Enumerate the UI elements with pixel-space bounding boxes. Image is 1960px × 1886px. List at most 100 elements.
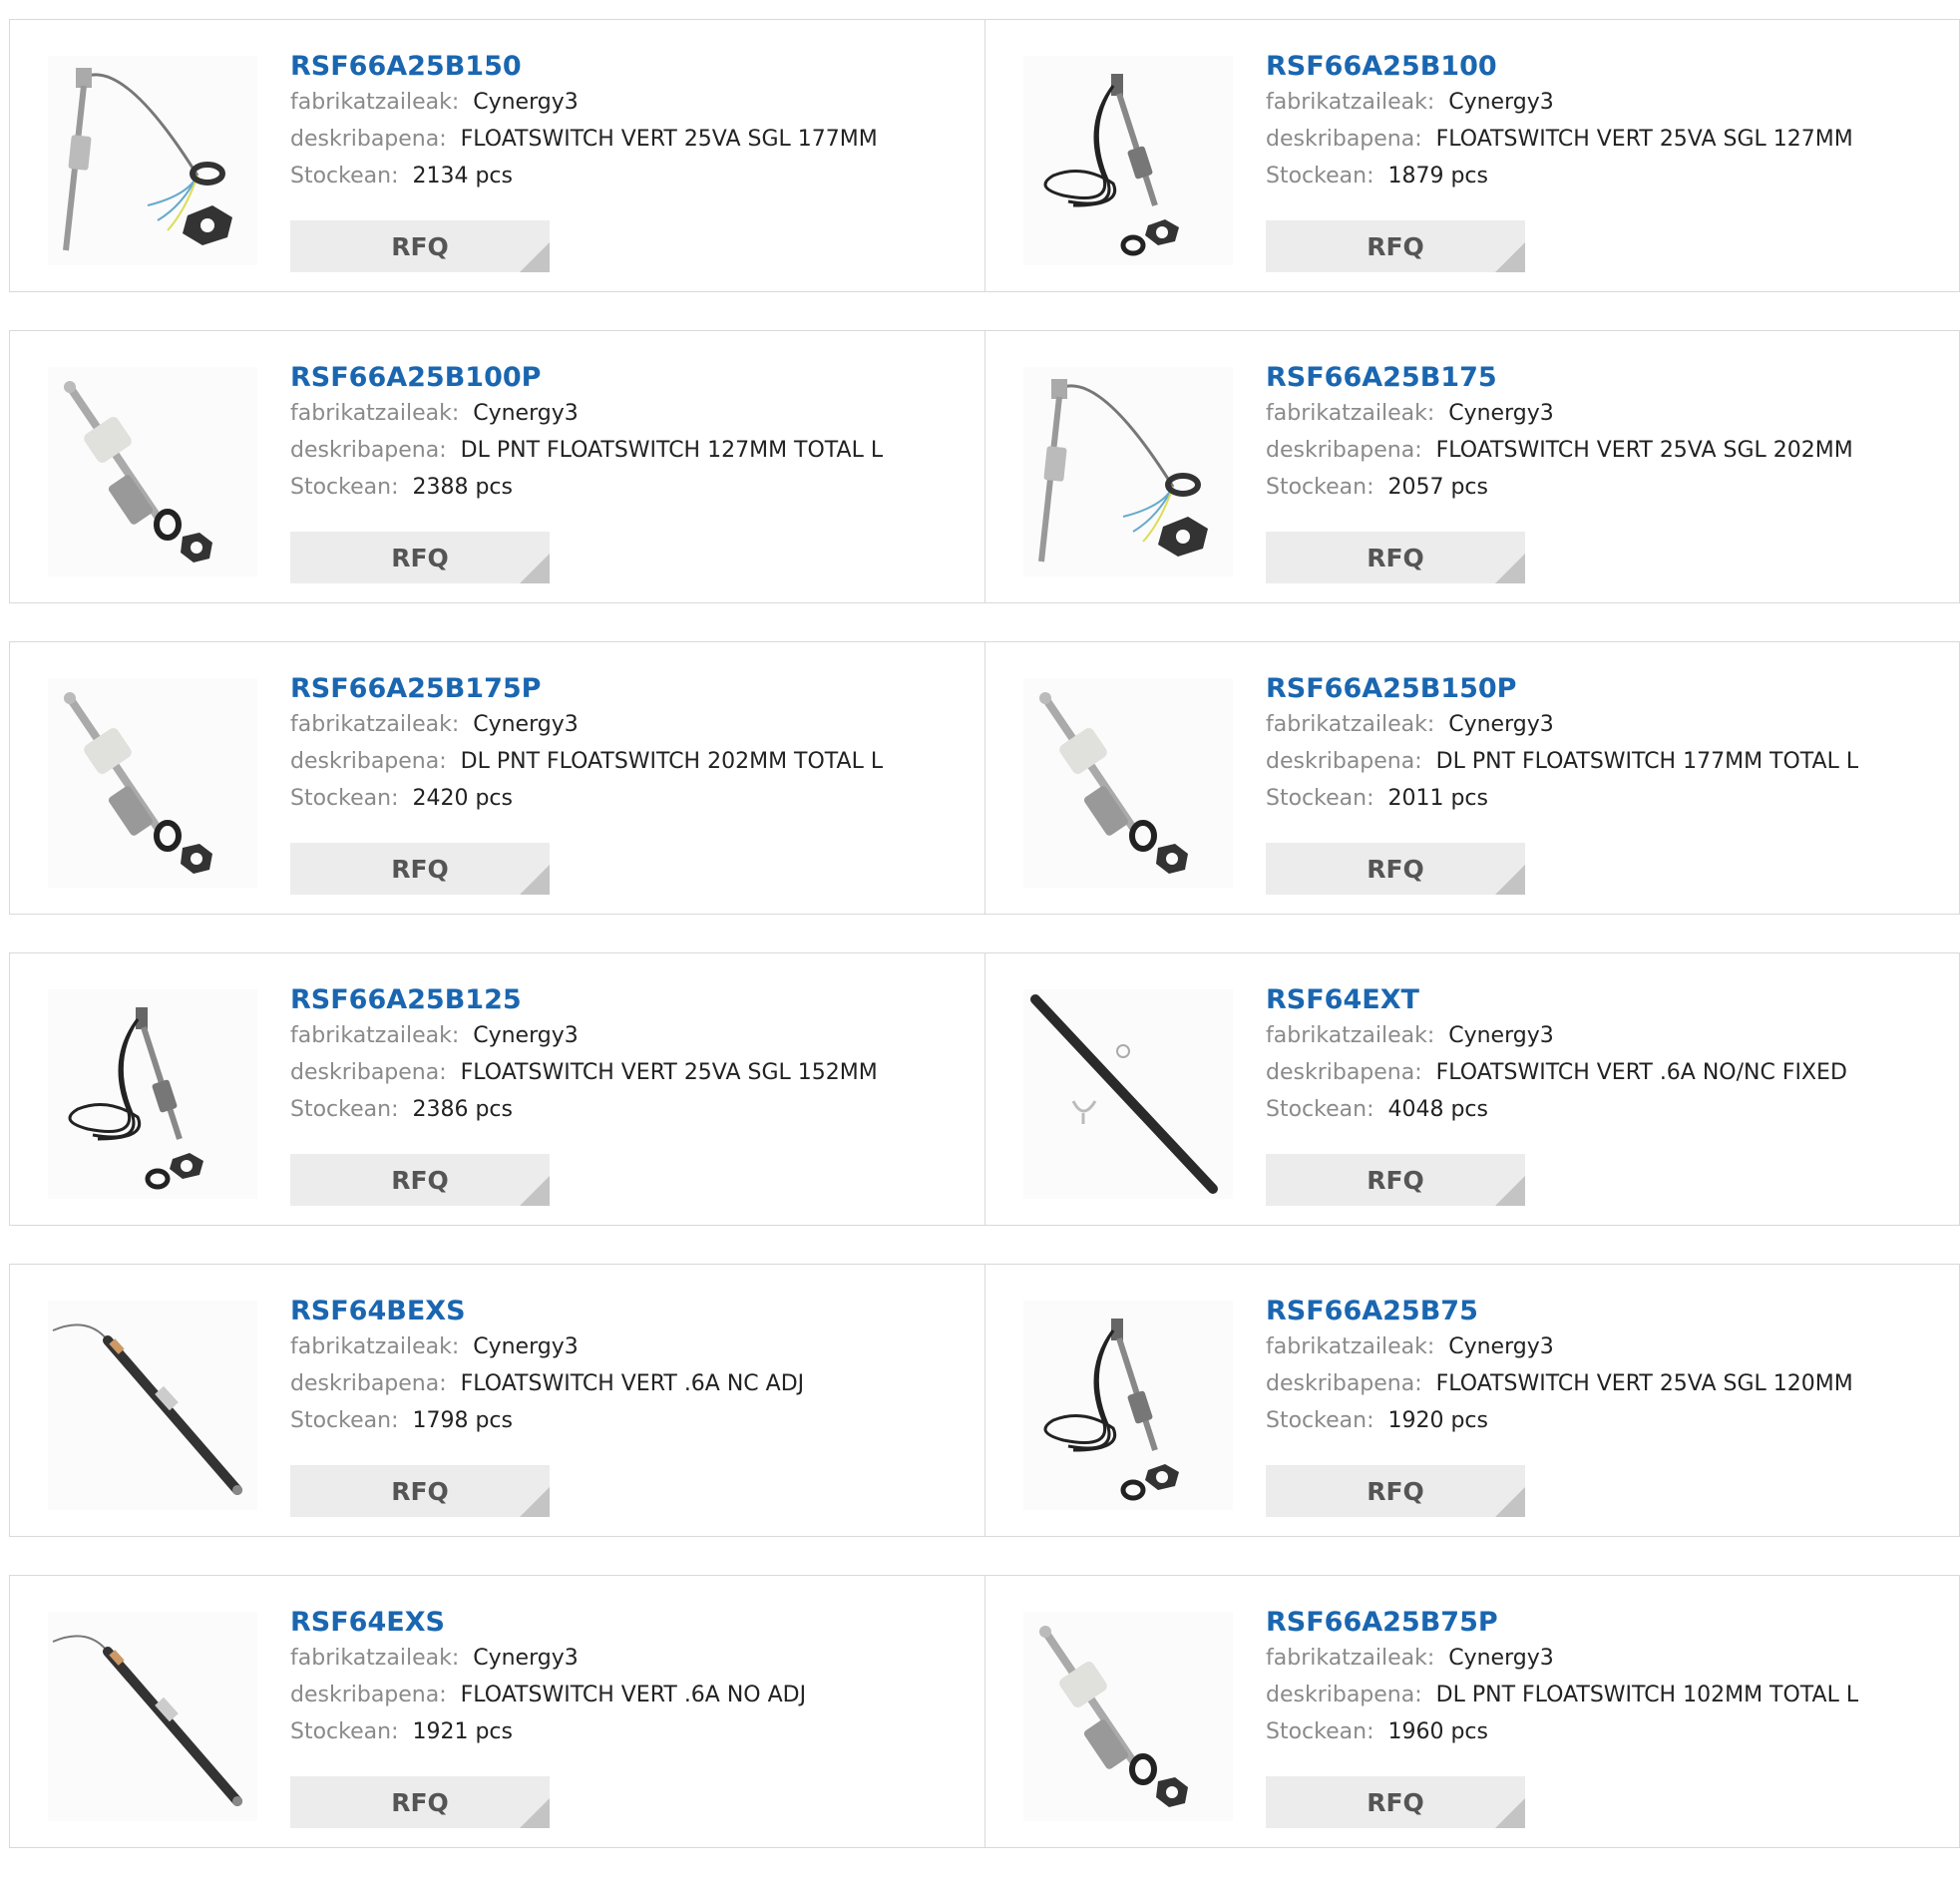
product-row: RSF66A25B125 fabrikatzaileak: Cynergy3 de… <box>9 952 1960 1226</box>
stock-label: Stockean: <box>290 786 399 811</box>
product-info: RSF64EXT fabrikatzaileak: Cynergy3 deskri… <box>1266 983 1949 1128</box>
cable-floatswitch-icon <box>48 56 257 265</box>
description-label: deskribapena: <box>1266 1683 1422 1707</box>
product-card: RSF66A25B150P fabrikatzaileak: Cynergy3 d… <box>984 641 1960 915</box>
stock-value: 2057 pcs <box>1387 475 1488 500</box>
stock-label: Stockean: <box>1266 1408 1374 1433</box>
coiled-floatswitch-icon <box>1023 1301 1233 1510</box>
rfq-corner-icon <box>520 865 550 895</box>
rfq-button[interactable]: RFQ <box>290 532 550 583</box>
product-image[interactable] <box>48 989 257 1199</box>
rfq-corner-icon <box>520 554 550 583</box>
rfq-button[interactable]: RFQ <box>1266 1154 1525 1206</box>
stock-value: 2134 pcs <box>412 164 513 189</box>
stock-row: Stockean: 1798 pcs <box>290 1402 976 1439</box>
stock-value: 2388 pcs <box>412 475 513 500</box>
part-number-link[interactable]: RSF66A25B75P <box>1266 1606 1949 1640</box>
description-value: FLOATSWITCH VERT .6A NO/NC FIXED <box>1435 1060 1847 1085</box>
rfq-button-label: RFQ <box>1367 1165 1424 1195</box>
part-number-link[interactable]: RSF64EXT <box>1266 983 1949 1017</box>
description-value: FLOATSWITCH VERT 25VA SGL 202MM <box>1435 438 1853 463</box>
stock-label: Stockean: <box>1266 1719 1374 1744</box>
rfq-button[interactable]: RFQ <box>290 220 550 272</box>
rfq-button[interactable]: RFQ <box>290 1154 550 1206</box>
part-number-link[interactable]: RSF66A25B150P <box>1266 672 1949 706</box>
description-value: FLOATSWITCH VERT .6A NO ADJ <box>460 1683 807 1707</box>
product-image[interactable] <box>48 367 257 576</box>
stock-label: Stockean: <box>290 1097 399 1122</box>
rfq-button[interactable]: RFQ <box>290 1776 550 1828</box>
product-image[interactable] <box>1023 56 1233 265</box>
product-image[interactable] <box>48 1612 257 1821</box>
description-value: FLOATSWITCH VERT .6A NC ADJ <box>460 1371 805 1396</box>
description-row: deskribapena: FLOATSWITCH VERT 25VA SGL 1… <box>1266 1365 1949 1402</box>
product-info: RSF64BEXS fabrikatzaileak: Cynergy3 deskr… <box>290 1295 976 1439</box>
rfq-button[interactable]: RFQ <box>1266 1465 1525 1517</box>
part-number-link[interactable]: RSF66A25B75 <box>1266 1295 1949 1328</box>
manufacturer-label: fabrikatzaileak: <box>290 712 460 737</box>
part-number-link[interactable]: RSF66A25B100P <box>290 361 976 395</box>
product-row: RSF64EXS fabrikatzaileak: Cynergy3 deskri… <box>9 1575 1960 1848</box>
manufacturer-row: fabrikatzaileak: Cynergy3 <box>1266 1640 1949 1677</box>
product-row: RSF66A25B175P fabrikatzaileak: Cynergy3 d… <box>9 641 1960 915</box>
product-image[interactable] <box>1023 367 1233 576</box>
product-row: RSF66A25B150 fabrikatzaileak: Cynergy3 de… <box>9 19 1960 292</box>
rfq-corner-icon <box>1495 242 1525 272</box>
rfq-button-label: RFQ <box>1367 1787 1424 1817</box>
description-row: deskribapena: FLOATSWITCH VERT .6A NO ADJ <box>290 1677 976 1713</box>
stock-value: 1920 pcs <box>1387 1408 1488 1433</box>
description-value: FLOATSWITCH VERT 25VA SGL 127MM <box>1435 127 1853 152</box>
manufacturer-value: Cynergy3 <box>1448 401 1554 426</box>
rfq-corner-icon <box>1495 865 1525 895</box>
product-image[interactable] <box>48 678 257 888</box>
product-info: RSF66A25B75P fabrikatzaileak: Cynergy3 de… <box>1266 1606 1949 1750</box>
product-info: RSF66A25B150P fabrikatzaileak: Cynergy3 d… <box>1266 672 1949 817</box>
product-card: RSF66A25B100 fabrikatzaileak: Cynergy3 de… <box>984 19 1960 292</box>
rfq-corner-icon <box>1495 1487 1525 1517</box>
product-image[interactable] <box>48 56 257 265</box>
manufacturer-row: fabrikatzaileak: Cynergy3 <box>290 84 976 121</box>
product-card: RSF66A25B175 fabrikatzaileak: Cynergy3 de… <box>984 330 1960 603</box>
description-label: deskribapena: <box>290 1683 447 1707</box>
rfq-button[interactable]: RFQ <box>290 1465 550 1517</box>
slim-floatswitch-icon <box>48 1612 257 1821</box>
description-value: DL PNT FLOATSWITCH 102MM TOTAL L <box>1435 1683 1859 1707</box>
description-label: deskribapena: <box>290 1060 447 1085</box>
description-value: DL PNT FLOATSWITCH 177MM TOTAL L <box>1435 749 1859 774</box>
description-value: DL PNT FLOATSWITCH 127MM TOTAL L <box>460 438 884 463</box>
part-number-link[interactable]: RSF66A25B175 <box>1266 361 1949 395</box>
part-number-link[interactable]: RSF64EXS <box>290 1606 976 1640</box>
rfq-button-label: RFQ <box>1367 231 1424 261</box>
product-image[interactable] <box>1023 1612 1233 1821</box>
rfq-button[interactable]: RFQ <box>1266 220 1525 272</box>
part-number-link[interactable]: RSF66A25B150 <box>290 50 976 84</box>
product-image[interactable] <box>1023 989 1233 1199</box>
stock-row: Stockean: 4048 pcs <box>1266 1091 1949 1128</box>
description-value: DL PNT FLOATSWITCH 202MM TOTAL L <box>460 749 884 774</box>
part-number-link[interactable]: RSF66A25B125 <box>290 983 976 1017</box>
rfq-button-label: RFQ <box>1367 543 1424 572</box>
rfq-corner-icon <box>520 242 550 272</box>
manufacturer-row: fabrikatzaileak: Cynergy3 <box>290 1640 976 1677</box>
rfq-button-label: RFQ <box>391 854 449 884</box>
rfq-button[interactable]: RFQ <box>290 843 550 895</box>
manufacturer-row: fabrikatzaileak: Cynergy3 <box>1266 706 1949 743</box>
part-number-link[interactable]: RSF64BEXS <box>290 1295 976 1328</box>
stock-label: Stockean: <box>1266 475 1374 500</box>
part-number-link[interactable]: RSF66A25B175P <box>290 672 976 706</box>
slim-floatswitch-icon <box>48 1301 257 1510</box>
rfq-button[interactable]: RFQ <box>1266 843 1525 895</box>
description-value: FLOATSWITCH VERT 25VA SGL 152MM <box>460 1060 878 1085</box>
product-row: RSF64BEXS fabrikatzaileak: Cynergy3 deskr… <box>9 1264 1960 1537</box>
product-image[interactable] <box>1023 1301 1233 1510</box>
product-card: RSF64BEXS fabrikatzaileak: Cynergy3 deskr… <box>9 1264 986 1537</box>
product-image[interactable] <box>48 1301 257 1510</box>
part-number-link[interactable]: RSF66A25B100 <box>1266 50 1949 84</box>
product-info: RSF66A25B175 fabrikatzaileak: Cynergy3 de… <box>1266 361 1949 506</box>
product-card: RSF66A25B125 fabrikatzaileak: Cynergy3 de… <box>9 952 986 1226</box>
rfq-button[interactable]: RFQ <box>1266 532 1525 583</box>
stock-label: Stockean: <box>1266 164 1374 189</box>
rfq-button[interactable]: RFQ <box>1266 1776 1525 1828</box>
stock-value: 2011 pcs <box>1387 786 1488 811</box>
product-image[interactable] <box>1023 678 1233 888</box>
